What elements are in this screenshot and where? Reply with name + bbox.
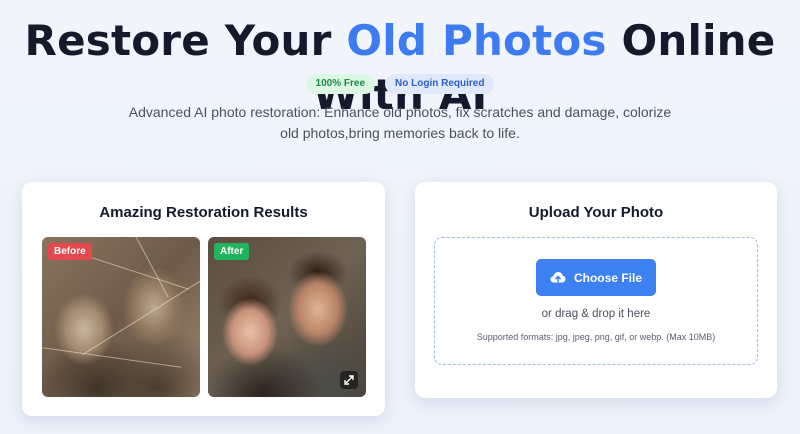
feature-badges: 100% Free No Login Required <box>0 74 800 94</box>
expand-arrows-icon <box>344 375 354 385</box>
cloud-upload-icon <box>550 272 566 283</box>
title-accent: Old Photos <box>346 16 607 65</box>
before-photo: Before <box>42 237 200 397</box>
scratch-mark <box>42 347 182 368</box>
title-start: Restore Your <box>24 16 347 65</box>
after-photo: After <box>208 237 366 397</box>
choose-file-label: Choose File <box>573 270 642 285</box>
upload-card: Upload Your Photo Choose File or drag & … <box>415 182 777 398</box>
upload-title: Upload Your Photo <box>528 204 664 221</box>
supported-formats-text: Supported formats: jpg, jpeg, png, gif, … <box>476 332 716 342</box>
choose-file-button[interactable]: Choose File <box>536 259 656 296</box>
after-tag: After <box>214 243 250 260</box>
free-badge: 100% Free <box>305 74 376 94</box>
drag-drop-hint: or drag & drop it here <box>541 308 651 320</box>
before-tag: Before <box>48 243 92 260</box>
drop-zone[interactable]: Choose File or drag & drop it here Suppo… <box>434 237 758 365</box>
scratch-mark <box>125 237 169 298</box>
results-card: Amazing Restoration Results Before After <box>22 182 385 416</box>
expand-icon[interactable] <box>340 371 358 389</box>
page-subtitle: Advanced AI photo restoration: Enhance o… <box>128 104 672 141</box>
no-login-badge: No Login Required <box>385 74 495 94</box>
scratch-mark <box>82 279 200 356</box>
results-title: Amazing Restoration Results <box>99 204 308 221</box>
